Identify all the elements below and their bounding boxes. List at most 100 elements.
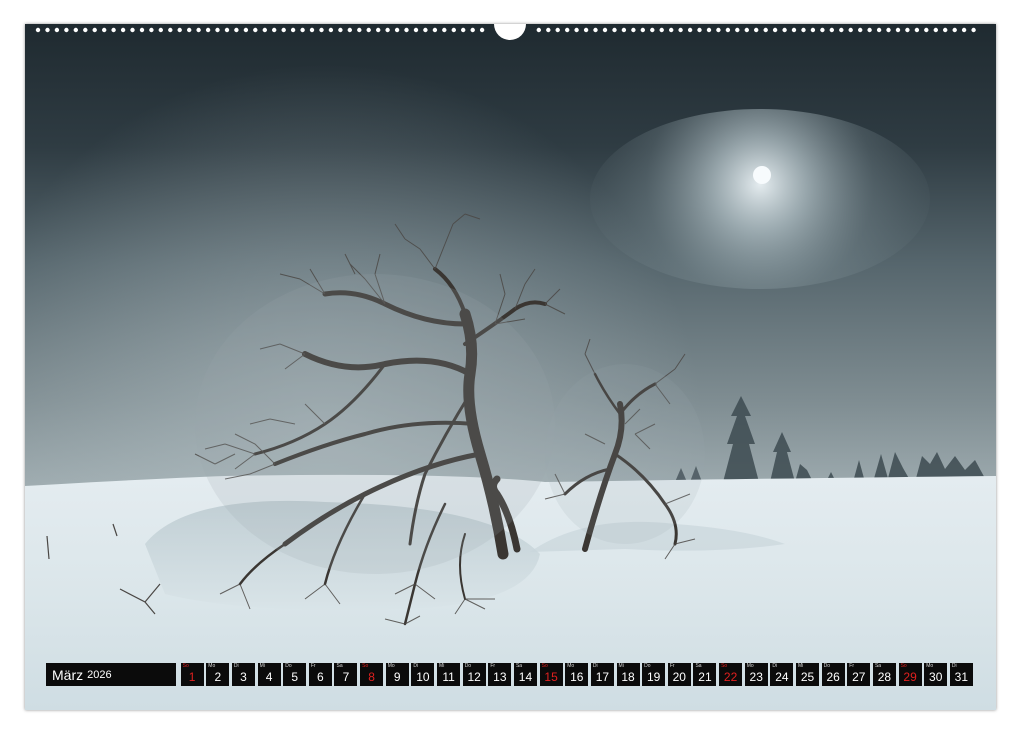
day-cell: So29 [899, 663, 922, 686]
binding-hole [603, 28, 607, 32]
day-cell: Mo30 [924, 663, 947, 686]
day-number: 17 [591, 669, 614, 685]
binding-hole [650, 28, 654, 32]
calendar-date-strip: März 2026 So1Mo2Di3Mi4Do5Fr6Sa7So8Mo9Di1… [46, 663, 973, 688]
spiral-binding [0, 0, 1020, 40]
day-cell: Do19 [642, 663, 665, 686]
binding-hole [773, 28, 777, 32]
binding-hole [187, 28, 191, 32]
day-cell: Fr20 [668, 663, 691, 686]
binding-hole [55, 28, 59, 32]
winter-landscape-photo [25, 24, 996, 710]
day-cell: So15 [540, 663, 563, 686]
binding-hole [593, 28, 597, 32]
day-cell: Mi11 [437, 663, 460, 686]
binding-hole [291, 28, 295, 32]
binding-hole [877, 28, 881, 32]
day-cell: Mo16 [565, 663, 588, 686]
day-number: 16 [565, 669, 588, 685]
day-cell: Fr6 [309, 663, 332, 686]
day-number: 18 [617, 669, 640, 685]
day-cell: Sa21 [693, 663, 716, 686]
day-number: 27 [847, 669, 870, 685]
binding-hole [272, 28, 276, 32]
binding-hole [546, 28, 550, 32]
binding-hole [385, 28, 389, 32]
day-cell: Do5 [283, 663, 306, 686]
day-number: 10 [411, 669, 434, 685]
day-cell: Mi4 [258, 663, 281, 686]
day-cell: Di10 [411, 663, 434, 686]
day-cell: Sa14 [514, 663, 537, 686]
day-cell: Di3 [232, 663, 255, 686]
binding-hole [584, 28, 588, 32]
binding-hole [953, 28, 957, 32]
binding-hole [867, 28, 871, 32]
binding-hole [178, 28, 182, 32]
day-number: 22 [719, 669, 742, 685]
day-number: 14 [514, 669, 537, 685]
binding-hole [45, 28, 49, 32]
binding-hole [934, 28, 938, 32]
day-number: 20 [668, 669, 691, 685]
binding-hole [36, 28, 40, 32]
binding-hole [716, 28, 720, 32]
day-number: 25 [796, 669, 819, 685]
binding-hole [442, 28, 446, 32]
binding-hole [310, 28, 314, 32]
binding-hole [433, 28, 437, 32]
binding-hole [971, 28, 975, 32]
binding-hole [839, 28, 843, 32]
day-cell: Do26 [822, 663, 845, 686]
day-number: 15 [540, 669, 563, 685]
binding-hole [111, 28, 115, 32]
day-number: 1 [181, 669, 204, 685]
binding-hole [414, 28, 418, 32]
binding-hole [348, 28, 352, 32]
binding-hole [206, 28, 210, 32]
calendar-page: März 2026 So1Mo2Di3Mi4Do5Fr6Sa7So8Mo9Di1… [25, 24, 996, 710]
day-cell: Sa7 [334, 663, 357, 686]
binding-hole [196, 28, 200, 32]
day-number: 9 [386, 669, 409, 685]
binding-hole [924, 28, 928, 32]
binding-hole [820, 28, 824, 32]
binding-hole [574, 28, 578, 32]
binding-hole [471, 28, 475, 32]
binding-hole [64, 28, 68, 32]
binding-hole [792, 28, 796, 32]
day-number: 29 [899, 669, 922, 685]
binding-hole [612, 28, 616, 32]
day-cell: Mo23 [745, 663, 768, 686]
binding-hole [376, 28, 380, 32]
binding-hole [905, 28, 909, 32]
binding-hole [244, 28, 248, 32]
binding-hole [93, 28, 97, 32]
binding-hole [631, 28, 635, 32]
binding-hole [395, 28, 399, 32]
binding-hole [811, 28, 815, 32]
hanger-notch [494, 24, 526, 40]
binding-hole [452, 28, 456, 32]
day-cell: Fr27 [847, 663, 870, 686]
day-cell: So22 [719, 663, 742, 686]
binding-hole [915, 28, 919, 32]
day-number: 24 [770, 669, 793, 685]
day-number: 26 [822, 669, 845, 685]
day-number: 4 [258, 669, 281, 685]
day-number: 19 [642, 669, 665, 685]
binding-hole [537, 28, 541, 32]
binding-hole [263, 28, 267, 32]
binding-hole [678, 28, 682, 32]
binding-hole [849, 28, 853, 32]
day-number: 28 [873, 669, 896, 685]
binding-hole [357, 28, 361, 32]
day-number: 31 [950, 669, 973, 685]
day-cell: Di17 [591, 663, 614, 686]
binding-hole [801, 28, 805, 32]
binding-hole [726, 28, 730, 32]
binding-hole [669, 28, 673, 32]
day-cell: So8 [360, 663, 383, 686]
binding-hole [858, 28, 862, 32]
binding-hole [565, 28, 569, 32]
